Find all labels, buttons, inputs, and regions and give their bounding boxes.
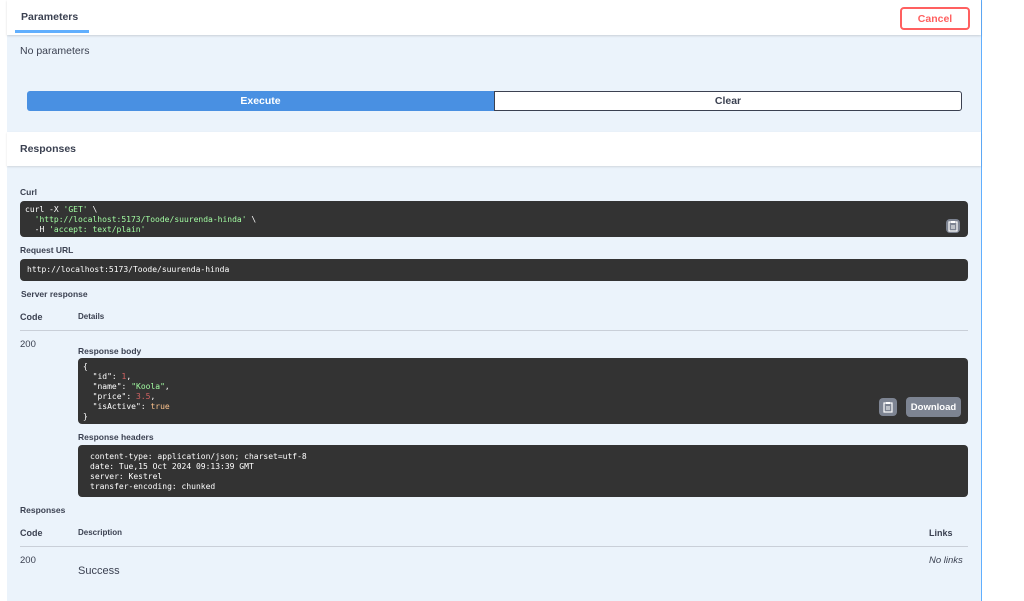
curl-label: Curl: [20, 187, 37, 197]
clear-button[interactable]: Clear: [494, 91, 962, 111]
responses-code-header: Code: [20, 528, 43, 538]
request-url-value: http://localhost:5173/Toode/suurenda-hin…: [27, 265, 230, 274]
request-url-block[interactable]: http://localhost:5173/Toode/suurenda-hin…: [20, 259, 968, 281]
responses-description-header: Description: [78, 528, 123, 537]
execute-button[interactable]: Execute: [27, 91, 494, 111]
server-response-code: 200: [20, 339, 36, 350]
parameters-header: Parameters Cancel: [7, 0, 981, 35]
json-value: 1: [121, 372, 127, 381]
server-response-details-header: Details: [78, 312, 105, 321]
curl-line-1: curl -X 'GET' \: [25, 205, 963, 215]
server-response-code-header: Code: [20, 312, 43, 322]
header-line: content-type: application/json; charset=…: [90, 452, 307, 461]
table-divider: [20, 330, 968, 331]
request-url-label: Request URL: [20, 245, 74, 255]
curl-header-flag: -H: [25, 225, 50, 234]
responses-links-header: Links: [929, 528, 953, 538]
response-headers-label: Response headers: [78, 432, 154, 442]
clipboard-icon: [948, 221, 958, 232]
curl-continuation: \: [246, 215, 257, 224]
cancel-button[interactable]: Cancel: [900, 7, 970, 30]
curl-line-2: 'http://localhost:5173/Toode/suurenda-hi…: [25, 215, 963, 225]
json-key: "isActive": [92, 402, 141, 411]
curl-continuation: \: [87, 205, 98, 214]
response-body-block[interactable]: { "id": 1, "name": "Koola", "price": 3.5…: [78, 358, 968, 424]
json-key: "price": [92, 392, 127, 401]
json-close-brace: }: [83, 412, 88, 421]
tab-parameters[interactable]: Parameters: [21, 11, 78, 23]
responses-label: Responses: [20, 505, 66, 515]
response-headers-block[interactable]: content-type: application/json; charset=…: [78, 445, 968, 497]
response-row-description: Success: [78, 565, 120, 577]
operation-panel: Parameters Cancel No parameters Execute …: [7, 0, 982, 601]
copy-response-button[interactable]: [879, 398, 897, 416]
curl-command: curl -X: [25, 205, 64, 214]
json-value: 3.5: [136, 392, 151, 401]
table-divider: [20, 546, 968, 547]
response-body-label: Response body: [78, 346, 142, 356]
json-value: true: [150, 402, 170, 411]
json-line-id: "id": 1,: [92, 372, 132, 381]
curl-code-block[interactable]: curl -X 'GET' \ 'http://localhost:5173/T…: [20, 201, 968, 237]
response-row-links: No links: [929, 555, 963, 566]
curl-method: 'GET': [63, 205, 88, 214]
no-parameters-text: No parameters: [20, 45, 90, 57]
header-line: date: Tue,15 Oct 2024 09:13:39 GMT: [90, 462, 254, 471]
header-line: transfer-encoding: chunked: [90, 482, 216, 491]
curl-url: 'http://localhost:5173/Toode/suurenda-hi…: [34, 215, 247, 224]
download-button[interactable]: Download: [906, 397, 961, 417]
json-value: "Koola": [131, 382, 165, 391]
responses-section-title: Responses: [20, 143, 77, 155]
response-row-code: 200: [20, 555, 36, 566]
json-line-name: "name": "Koola",: [92, 382, 170, 391]
curl-header-value: 'accept: text/plain': [49, 225, 146, 234]
server-response-label: Server response: [21, 289, 88, 299]
json-line-active: "isActive": true: [92, 402, 170, 411]
json-key: "id": [92, 372, 112, 381]
json-open-brace: {: [83, 362, 88, 371]
responses-section-header: Responses: [7, 132, 981, 166]
json-line-price: "price": 3.5,: [92, 392, 156, 401]
tab-active-indicator: [15, 30, 89, 33]
json-key: "name": [92, 382, 122, 391]
copy-curl-button[interactable]: [946, 219, 960, 233]
header-line: server: Kestrel: [90, 472, 163, 481]
curl-line-3: -H 'accept: text/plain': [25, 225, 963, 235]
clipboard-icon: [883, 402, 893, 413]
